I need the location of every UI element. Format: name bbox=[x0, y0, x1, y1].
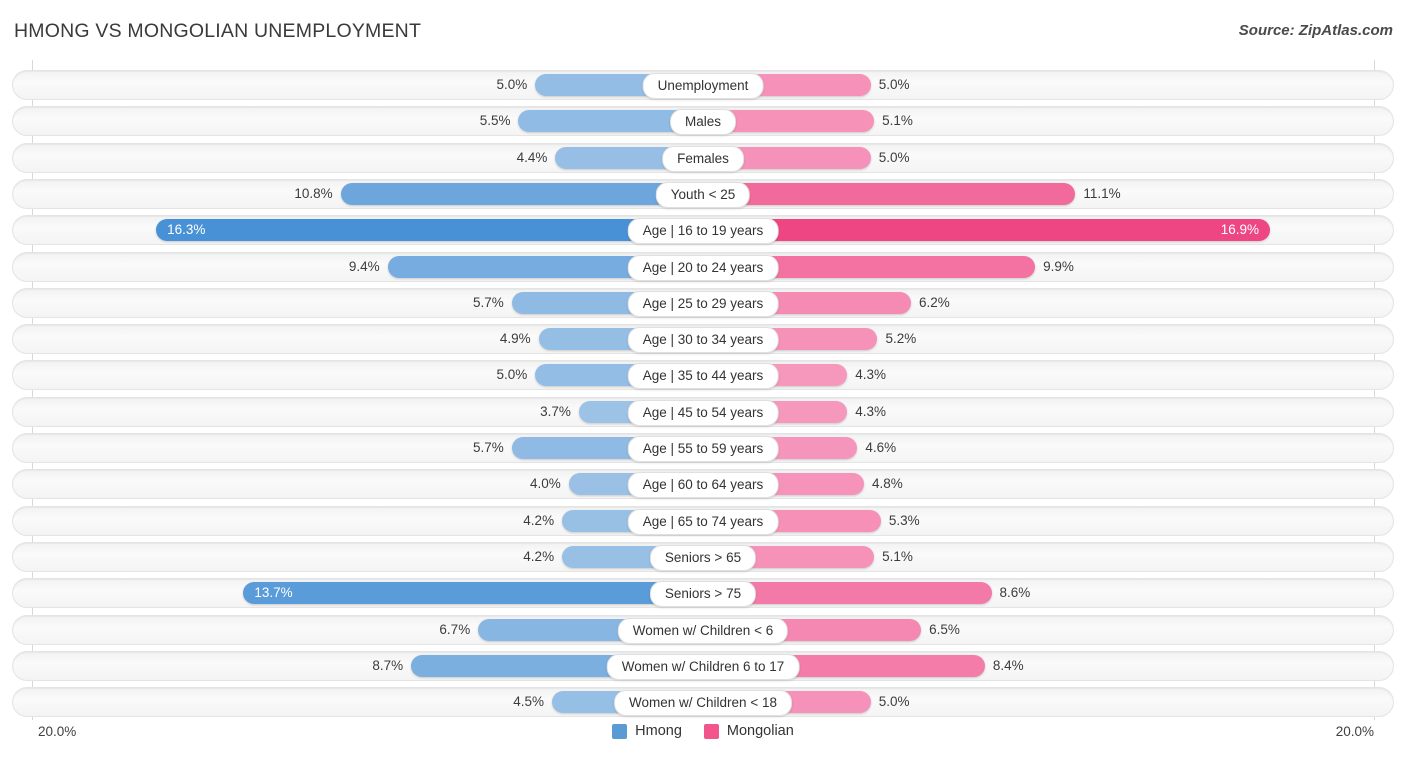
category-label: Age | 65 to 74 years bbox=[627, 508, 779, 535]
chart-row: 6.7% 6.5% Women w/ Children < 6 bbox=[12, 614, 1394, 645]
category-label: Age | 16 to 19 years bbox=[627, 218, 779, 245]
bar-value-hmong: 9.4% bbox=[348, 258, 380, 274]
bar-value-hmong: 4.4% bbox=[516, 149, 548, 165]
chart-row: 8.7% 8.4% Women w/ Children 6 to 17 bbox=[12, 650, 1394, 681]
chart-row: 4.0% 4.8% Age | 60 to 64 years bbox=[12, 469, 1394, 500]
bar-value-hmong: 4.2% bbox=[523, 548, 555, 564]
bar-value-hmong: 10.8% bbox=[294, 185, 333, 201]
bar-value-hmong: 4.0% bbox=[530, 476, 561, 492]
bar-fill-mongolian bbox=[703, 182, 1076, 205]
bar-value-mongolian: 5.0% bbox=[878, 149, 910, 165]
bar-value-hmong: 5.0% bbox=[496, 367, 528, 383]
bar-value-mongolian: 5.0% bbox=[878, 77, 910, 92]
source-attribution: Source: ZipAtlas.com bbox=[1238, 22, 1393, 39]
chart-row: 5.0% 5.0% Unemployment bbox=[12, 70, 1394, 100]
bar-value-mongolian: 9.9% bbox=[1043, 258, 1074, 274]
chart-footer: 20.0% 20.0% Hmong Mongolian bbox=[0, 718, 1406, 757]
chart-row: 10.8% 11.1% Youth < 25 bbox=[12, 178, 1394, 209]
bar-value-hmong: 3.7% bbox=[540, 403, 571, 419]
bar-value-hmong: 6.7% bbox=[439, 621, 471, 637]
legend-item[interactable]: Mongolian bbox=[703, 723, 794, 739]
bar-value-mongolian: 11.1% bbox=[1083, 185, 1121, 201]
bar-value-hmong: 4.9% bbox=[499, 331, 531, 347]
category-label: Females bbox=[662, 145, 744, 172]
category-label: Youth < 25 bbox=[655, 181, 751, 208]
bar-value-mongolian: 6.5% bbox=[929, 621, 960, 637]
category-label: Seniors > 75 bbox=[649, 581, 757, 608]
bar-value-mongolian: 4.8% bbox=[872, 476, 903, 492]
bar-hmong[interactable]: 16.3% bbox=[156, 219, 703, 242]
bar-value-hmong: 4.2% bbox=[523, 512, 555, 528]
legend-swatch-icon bbox=[612, 723, 628, 739]
bar-fill-hmong bbox=[156, 219, 703, 242]
chart-row: 5.5% 5.1% Males bbox=[12, 106, 1394, 137]
category-label: Women w/ Children < 18 bbox=[614, 690, 792, 717]
bar-mongolian[interactable]: 11.1% bbox=[703, 182, 1121, 205]
diverging-bar-chart: 5.0% 5.0% Unemployment 5.5% 5.1% Males 4.4% 5.0… bbox=[0, 60, 1406, 720]
bar-value-mongolian: 5.2% bbox=[885, 331, 917, 347]
bar-value-mongolian: 5.0% bbox=[878, 694, 910, 710]
bar-value-mongolian: 6.2% bbox=[919, 294, 950, 310]
category-label: Age | 35 to 44 years bbox=[627, 363, 779, 390]
chart-row: 4.2% 5.3% Age | 65 to 74 years bbox=[12, 505, 1394, 536]
bar-value-mongolian: 8.6% bbox=[999, 585, 1031, 601]
bar-fill-mongolian bbox=[703, 219, 1270, 242]
chart-row: 16.3% 16.9% Age | 16 to 19 years bbox=[12, 215, 1394, 246]
legend-label: Hmong bbox=[635, 723, 682, 739]
legend-label: Mongolian bbox=[726, 723, 794, 739]
legend-item[interactable]: Hmong bbox=[612, 723, 682, 739]
bar-value-hmong: 13.7% bbox=[254, 585, 293, 601]
page-title: HMONG VS MONGOLIAN UNEMPLOYMENT bbox=[14, 20, 422, 42]
chart-row: 4.9% 5.2% Age | 30 to 34 years bbox=[12, 324, 1394, 355]
chart-row: 4.4% 5.0% Females bbox=[12, 142, 1394, 173]
bar-value-hmong: 5.7% bbox=[472, 294, 504, 310]
category-label: Age | 55 to 59 years bbox=[627, 436, 779, 462]
bar-value-hmong: 4.5% bbox=[513, 694, 545, 710]
bar-value-mongolian: 5.1% bbox=[882, 548, 913, 564]
bar-value-mongolian: 16.9% bbox=[1220, 222, 1259, 238]
bar-hmong[interactable]: 10.8% bbox=[294, 182, 703, 205]
category-label: Age | 45 to 54 years bbox=[627, 399, 779, 426]
chart-row: 4.2% 5.1% Seniors > 65 bbox=[12, 541, 1394, 572]
chart-header: HMONG VS MONGOLIAN UNEMPLOYMENT Source: … bbox=[0, 0, 1406, 60]
bar-value-hmong: 5.0% bbox=[496, 77, 528, 92]
category-label: Seniors > 65 bbox=[649, 544, 757, 571]
bar-value-mongolian: 4.3% bbox=[855, 367, 887, 383]
bar-fill-hmong bbox=[243, 582, 703, 605]
chart-row: 5.0% 4.3% Age | 35 to 44 years bbox=[12, 360, 1394, 391]
bar-value-mongolian: 4.3% bbox=[855, 403, 887, 419]
bar-hmong[interactable]: 13.7% bbox=[243, 582, 703, 605]
bar-value-mongolian: 5.1% bbox=[882, 113, 913, 129]
chart-row: 9.4% 9.9% Age | 20 to 24 years bbox=[12, 251, 1394, 282]
category-label: Age | 25 to 29 years bbox=[627, 290, 779, 317]
bar-fill-hmong bbox=[340, 182, 703, 205]
bar-mongolian[interactable]: 16.9% bbox=[703, 219, 1270, 242]
bar-value-hmong: 8.7% bbox=[372, 657, 404, 673]
category-label: Age | 30 to 34 years bbox=[627, 327, 779, 354]
legend-swatch-icon bbox=[703, 723, 719, 739]
bar-value-mongolian: 5.3% bbox=[888, 512, 920, 528]
category-label: Women w/ Children < 6 bbox=[617, 617, 789, 644]
bar-value-mongolian: 4.6% bbox=[865, 440, 897, 455]
category-label: Women w/ Children 6 to 17 bbox=[606, 653, 800, 680]
chart-row: 5.7% 6.2% Age | 25 to 29 years bbox=[12, 287, 1394, 318]
bar-value-hmong: 5.5% bbox=[479, 113, 511, 129]
bar-value-hmong: 16.3% bbox=[167, 222, 206, 238]
category-label: Unemployment bbox=[642, 73, 764, 99]
bar-value-hmong: 5.7% bbox=[472, 440, 504, 455]
category-label: Age | 60 to 64 years bbox=[627, 472, 779, 499]
category-label: Males bbox=[669, 109, 737, 136]
chart-legend: Hmong Mongolian bbox=[0, 723, 1406, 739]
category-label: Age | 20 to 24 years bbox=[627, 254, 779, 281]
chart-row: 3.7% 4.3% Age | 45 to 54 years bbox=[12, 396, 1394, 427]
chart-row: 4.5% 5.0% Women w/ Children < 18 bbox=[12, 687, 1394, 718]
chart-row: 13.7% 8.6% Seniors > 75 bbox=[12, 578, 1394, 609]
chart-row: 5.7% 4.6% Age | 55 to 59 years bbox=[12, 433, 1394, 463]
bar-value-mongolian: 8.4% bbox=[992, 657, 1024, 673]
